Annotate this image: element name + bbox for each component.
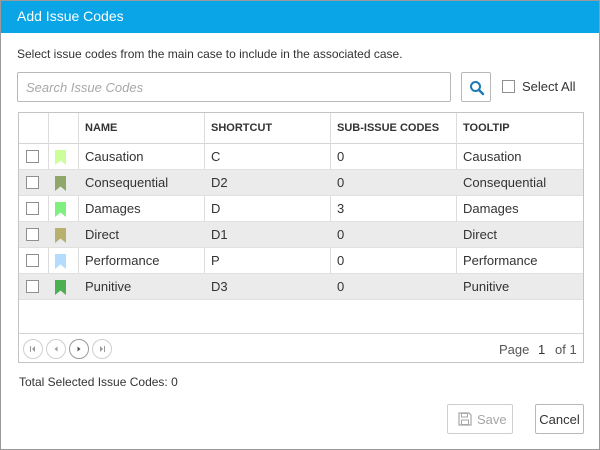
cell-tooltip: Direct	[463, 227, 497, 242]
save-button[interactable]: Save	[447, 404, 513, 434]
cell-tooltip: Punitive	[463, 279, 510, 294]
prev-page-button[interactable]	[46, 339, 66, 359]
cell-name: Performance	[85, 253, 160, 268]
search-icon	[470, 81, 485, 96]
instructions-text: Select issue codes from the main case to…	[17, 47, 403, 61]
next-page-icon	[77, 346, 81, 352]
search-button[interactable]	[461, 72, 491, 102]
table-row[interactable]: Performance P 0 Performance	[19, 248, 583, 274]
cell-shortcut: D3	[211, 279, 228, 294]
issue-flag-icon	[55, 150, 66, 165]
row-checkbox[interactable]	[26, 254, 39, 267]
prev-page-icon	[54, 346, 58, 352]
cell-shortcut: P	[211, 253, 220, 268]
cell-name: Causation	[85, 149, 144, 164]
table-row[interactable]: Causation C 0 Causation	[19, 144, 583, 170]
dialog-title: Add Issue Codes	[17, 8, 124, 24]
cell-sub-issue-codes: 0	[337, 279, 345, 294]
cell-sub-issue-codes: 3	[337, 201, 345, 216]
cell-sub-issue-codes: 0	[337, 175, 345, 190]
add-issue-codes-dialog: Add Issue Codes Select issue codes from …	[0, 0, 600, 450]
save-icon	[458, 412, 472, 426]
cell-sub-issue-codes: 0	[337, 149, 345, 164]
select-all-label: Select All	[522, 79, 576, 94]
table-row[interactable]: Direct D1 0 Direct	[19, 222, 583, 248]
search-input[interactable]	[17, 72, 451, 102]
save-button-label: Save	[477, 412, 507, 427]
table-row[interactable]: Consequential D2 0 Consequential	[19, 170, 583, 196]
row-checkbox[interactable]	[26, 280, 39, 293]
cell-name: Direct	[85, 227, 119, 242]
first-page-button[interactable]	[23, 339, 43, 359]
column-header-sub-issue-codes[interactable]: SUB-ISSUE CODES	[331, 113, 439, 144]
cell-name: Consequential	[85, 175, 169, 190]
issue-flag-icon	[55, 280, 66, 295]
cell-name: Damages	[85, 201, 141, 216]
first-page-icon	[30, 346, 35, 352]
page-count-label: of 1	[555, 342, 577, 357]
issue-flag-icon	[55, 176, 66, 191]
cell-tooltip: Consequential	[463, 175, 547, 190]
cell-shortcut: D2	[211, 175, 228, 190]
row-checkbox[interactable]	[26, 176, 39, 189]
last-page-button[interactable]	[92, 339, 112, 359]
column-header-shortcut[interactable]: SHORTCUT	[205, 113, 272, 144]
cell-shortcut: D	[211, 201, 221, 216]
grid-header: NAME SHORTCUT SUB-ISSUE CODES TOOLTIP	[19, 113, 583, 144]
table-row[interactable]: Damages D 3 Damages	[19, 196, 583, 222]
table-row[interactable]: Punitive D3 0 Punitive	[19, 274, 583, 300]
select-all-checkbox[interactable]	[502, 80, 515, 93]
cell-name: Punitive	[85, 279, 132, 294]
row-checkbox[interactable]	[26, 150, 39, 163]
next-page-button[interactable]	[69, 339, 89, 359]
issue-flag-icon	[55, 228, 66, 243]
total-selected: Total Selected Issue Codes: 0	[19, 375, 178, 389]
cell-tooltip: Damages	[463, 201, 519, 216]
cell-sub-issue-codes: 0	[337, 253, 345, 268]
column-header-name[interactable]: NAME	[79, 113, 117, 144]
dialog-titlebar: Add Issue Codes	[1, 1, 599, 33]
total-selected-label: Total Selected Issue Codes:	[19, 375, 168, 389]
total-selected-value: 0	[171, 375, 178, 389]
row-checkbox[interactable]	[26, 228, 39, 241]
page-number-input[interactable]: 1	[538, 342, 545, 357]
cell-shortcut: D1	[211, 227, 228, 242]
grid-pager: Page 1 of 1	[19, 333, 583, 362]
last-page-icon	[100, 346, 105, 352]
cell-shortcut: C	[211, 149, 221, 164]
cell-sub-issue-codes: 0	[337, 227, 345, 242]
cell-tooltip: Performance	[463, 253, 538, 268]
issue-flag-icon	[55, 254, 66, 269]
row-checkbox[interactable]	[26, 202, 39, 215]
issue-codes-grid: NAME SHORTCUT SUB-ISSUE CODES TOOLTIP Ca…	[18, 112, 584, 363]
page-label: Page	[499, 342, 530, 357]
cancel-button[interactable]: Cancel	[535, 404, 584, 434]
issue-flag-icon	[55, 202, 66, 217]
column-header-tooltip[interactable]: TOOLTIP	[457, 113, 510, 144]
cell-tooltip: Causation	[463, 149, 522, 164]
